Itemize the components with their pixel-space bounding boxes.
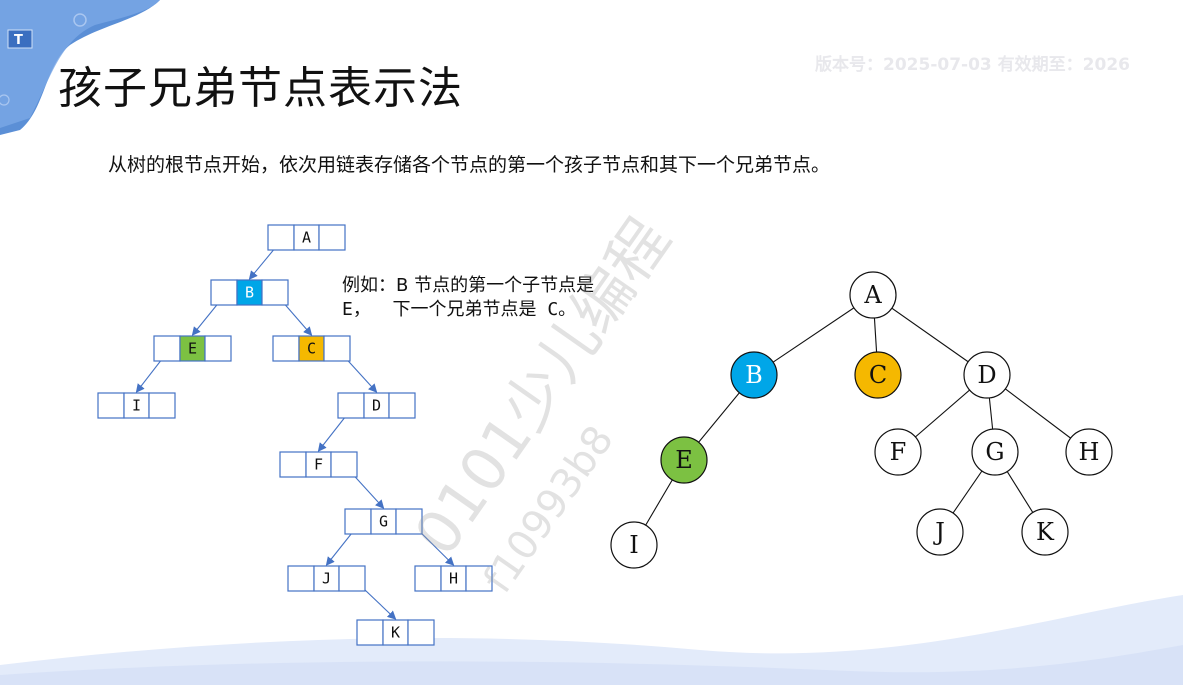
tree-node-label: C	[869, 361, 887, 389]
tree-node-label: K	[1036, 518, 1055, 546]
tree-node-label: E	[675, 446, 693, 474]
tree-node-label: D	[977, 361, 996, 389]
tree-node-h: H	[1065, 428, 1113, 476]
tree-node-label: G	[985, 438, 1004, 466]
tree-node-b: B	[730, 351, 778, 399]
tree-node-c: C	[854, 351, 902, 399]
tree-node-e: E	[660, 436, 708, 484]
tree-node-g: G	[971, 428, 1019, 476]
tree-node-a: A	[849, 271, 897, 319]
tree-node-i: I	[610, 521, 658, 569]
tree-node-j: J	[916, 508, 964, 556]
tree-node-k: K	[1021, 508, 1069, 556]
tree-node-f: F	[874, 428, 922, 476]
tree-node-label: H	[1079, 438, 1100, 466]
tree-node-label: A	[863, 281, 882, 309]
tree-node-label: B	[745, 361, 763, 389]
tree-node-label: I	[629, 531, 638, 559]
tree-node-label: F	[890, 438, 907, 466]
tree-node-d: D	[963, 351, 1011, 399]
